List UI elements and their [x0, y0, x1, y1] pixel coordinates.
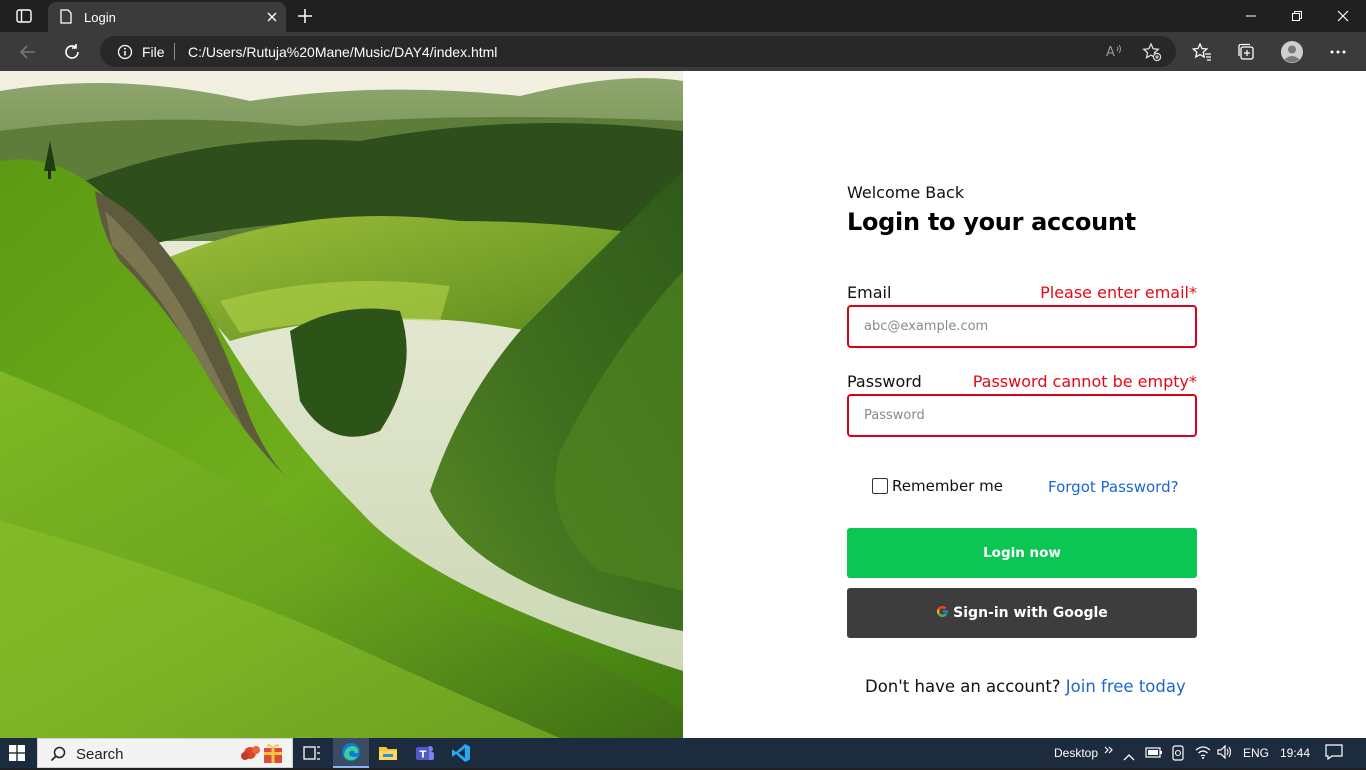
- google-signin-button[interactable]: Sign-in with Google: [847, 588, 1197, 638]
- wifi-icon[interactable]: [1195, 745, 1211, 764]
- login-button[interactable]: Login now: [847, 528, 1197, 578]
- url-text[interactable]: C:/Users/Rutuja%20Mane/Music/DAY4/index.…: [188, 44, 497, 60]
- signup-link[interactable]: Join free today: [1066, 677, 1186, 696]
- restore-icon[interactable]: [1274, 0, 1320, 32]
- vscode-icon[interactable]: [443, 738, 479, 768]
- url-scheme: File: [142, 44, 165, 60]
- taskbar-search-box[interactable]: Search: [37, 738, 293, 768]
- device-icon[interactable]: [1171, 745, 1185, 766]
- favorites-icon[interactable]: [1190, 40, 1214, 64]
- taskbar: Search T Desktop ENG 19:44: [0, 738, 1366, 768]
- profile-avatar-icon[interactable]: [1280, 40, 1304, 64]
- back-arrow-icon[interactable]: [16, 40, 40, 64]
- battery-icon[interactable]: [1145, 745, 1163, 764]
- page-viewport: Welcome Back Login to your account Email…: [0, 71, 1366, 738]
- language-indicator[interactable]: ENG: [1243, 746, 1269, 760]
- browser-tab-bar: Login: [0, 0, 1366, 32]
- email-label: Email: [847, 283, 892, 302]
- address-toolbar: File C:/Users/Rutuja%20Mane/Music/DAY4/i…: [0, 32, 1366, 71]
- volume-icon[interactable]: [1217, 744, 1233, 764]
- read-aloud-icon[interactable]: A: [1106, 43, 1124, 64]
- chevron-up-icon[interactable]: [1123, 748, 1135, 766]
- desktop-toolbar-label[interactable]: Desktop: [1054, 746, 1098, 760]
- signup-question: Don't have an account?: [865, 677, 1061, 696]
- remember-me-checkbox[interactable]: [872, 478, 888, 494]
- welcome-text: Welcome Back: [847, 183, 965, 202]
- remember-me-label: Remember me: [892, 477, 1003, 495]
- google-signin-label: Sign-in with Google: [953, 605, 1108, 621]
- edge-browser-icon[interactable]: [333, 738, 369, 768]
- tab-actions-icon[interactable]: [12, 6, 36, 26]
- minimize-icon[interactable]: [1228, 0, 1274, 32]
- svg-text:A: A: [1106, 45, 1115, 59]
- clock-time[interactable]: 19:44: [1280, 746, 1310, 760]
- email-field[interactable]: [847, 305, 1197, 348]
- task-view-icon[interactable]: [294, 738, 330, 768]
- forgot-password-link[interactable]: Forgot Password?: [1048, 478, 1179, 496]
- password-field[interactable]: [847, 394, 1197, 437]
- new-tab-icon[interactable]: [296, 7, 314, 30]
- teams-icon[interactable]: T: [407, 738, 443, 768]
- notifications-icon[interactable]: [1325, 744, 1343, 765]
- file-explorer-icon[interactable]: [370, 738, 406, 768]
- chevron-double-right-icon[interactable]: [1104, 743, 1114, 761]
- search-icon: [50, 746, 66, 767]
- svg-text:T: T: [420, 750, 427, 761]
- email-error: Please enter email*: [1040, 283, 1197, 302]
- windows-start-icon[interactable]: [9, 745, 25, 766]
- url-separator: [174, 43, 175, 60]
- url-bar[interactable]: File C:/Users/Rutuja%20Mane/Music/DAY4/i…: [100, 36, 1176, 67]
- password-error: Password cannot be empty*: [972, 372, 1197, 391]
- page-title: Login to your account: [847, 208, 1136, 236]
- add-favorite-icon[interactable]: [1142, 42, 1162, 67]
- google-logo-icon: [936, 605, 949, 622]
- signup-prompt: Don't have an account? Join free today: [865, 677, 1186, 696]
- refresh-icon[interactable]: [60, 40, 84, 64]
- remember-me[interactable]: Remember me: [872, 477, 1003, 495]
- page-icon: [60, 9, 72, 29]
- collections-icon[interactable]: [1234, 40, 1258, 64]
- browser-tab[interactable]: Login: [48, 2, 286, 32]
- info-icon[interactable]: [117, 44, 133, 65]
- window-controls: [1228, 0, 1366, 32]
- search-highlight-gift-icon: [238, 741, 286, 770]
- more-options-icon[interactable]: [1326, 40, 1350, 64]
- tab-title: Login: [84, 10, 116, 25]
- mountain-valley-image: [0, 71, 683, 738]
- password-label: Password: [847, 372, 922, 391]
- close-tab-icon[interactable]: [266, 10, 278, 28]
- close-window-icon[interactable]: [1320, 0, 1366, 32]
- search-label: Search: [76, 746, 124, 763]
